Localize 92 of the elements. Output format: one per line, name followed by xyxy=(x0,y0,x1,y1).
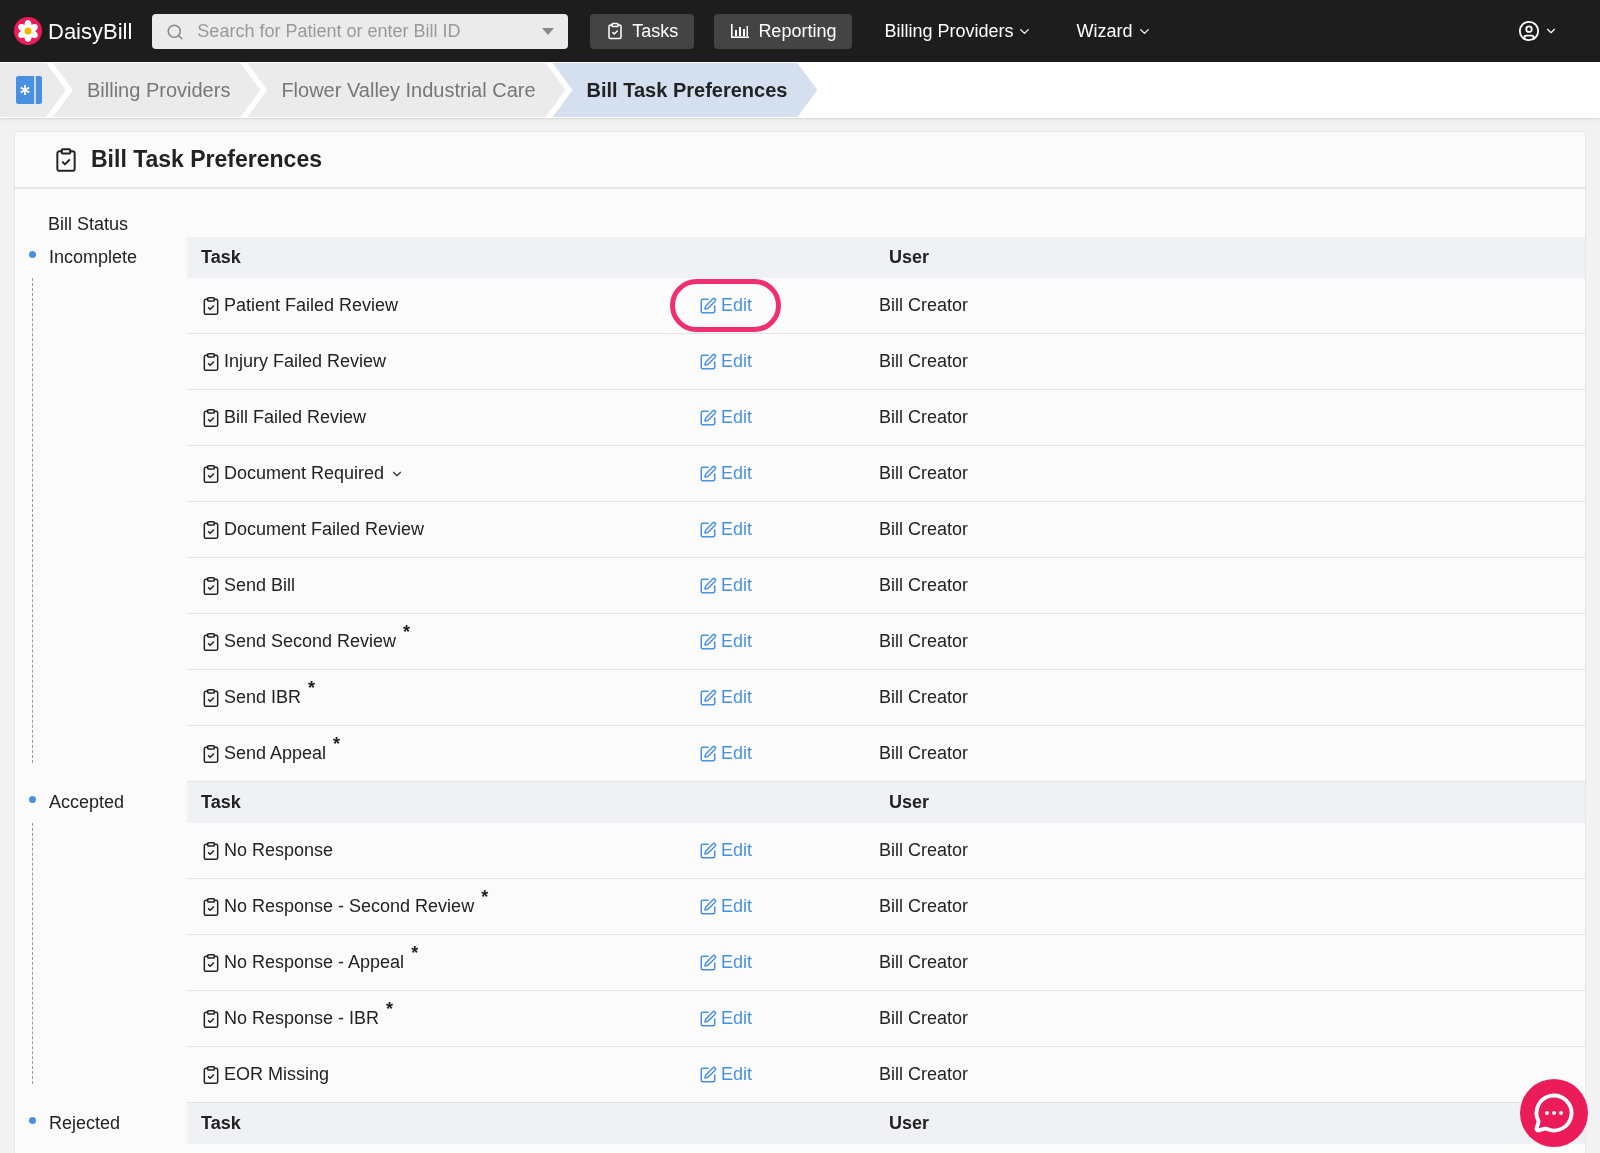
clipboard-check-icon xyxy=(201,575,221,596)
clipboard-check-icon xyxy=(201,1008,221,1029)
brand-name: DaisyBill xyxy=(48,17,133,46)
edit-link[interactable]: Edit xyxy=(670,335,782,388)
clipboard-check-icon xyxy=(201,631,221,652)
user-name: Bill Creator xyxy=(879,574,969,597)
edit-link[interactable]: Edit xyxy=(670,1048,782,1101)
user-name: Bill Creator xyxy=(879,518,969,541)
column-header: User xyxy=(889,791,930,814)
edit-icon xyxy=(699,688,717,707)
user-name: Bill Creator xyxy=(879,742,969,765)
chat-bubble-icon xyxy=(1533,1092,1575,1134)
column-header: User xyxy=(889,1112,930,1135)
edit-link[interactable]: Edit xyxy=(670,992,782,1045)
user-name: Bill Creator xyxy=(879,839,969,862)
clipboard-check-icon xyxy=(201,687,221,708)
edit-link[interactable]: Edit xyxy=(670,824,782,877)
task-name: Injury Failed Review xyxy=(224,350,387,373)
task-name: No Response xyxy=(224,839,334,862)
task-name: Document Required xyxy=(224,462,385,485)
user-name: Bill Creator xyxy=(879,294,969,317)
user-name: Bill Creator xyxy=(879,1007,969,1030)
edit-link[interactable]: Edit xyxy=(670,391,782,444)
task-name: Send Bill xyxy=(224,574,296,597)
edit-link[interactable]: Edit xyxy=(670,671,782,724)
edit-link[interactable]: Edit xyxy=(670,503,782,556)
tasks-button[interactable]: Tasks xyxy=(590,13,695,49)
user-name: Bill Creator xyxy=(879,895,969,918)
edit-icon xyxy=(699,464,717,483)
edit-icon xyxy=(699,897,717,916)
edit-link[interactable]: Edit xyxy=(670,615,782,668)
edit-icon xyxy=(699,632,717,651)
clipboard-check-icon xyxy=(201,952,221,973)
status-label: Incomplete xyxy=(49,246,138,269)
user-name: Bill Creator xyxy=(879,350,969,373)
bill-status-heading: Bill Status xyxy=(48,213,130,236)
task-name: EOR Missing xyxy=(224,1063,330,1086)
clipboard-check-icon xyxy=(201,840,221,861)
edit-link[interactable]: Edit xyxy=(670,880,782,933)
clipboard-check-icon xyxy=(53,146,79,173)
edit-icon xyxy=(699,841,717,860)
edit-icon xyxy=(699,744,717,763)
status-label: Rejected xyxy=(49,1112,121,1135)
user-name: Bill Creator xyxy=(879,630,969,653)
edit-link[interactable]: Edit xyxy=(670,559,782,612)
column-header: Task xyxy=(200,791,242,814)
column-header: Task xyxy=(200,246,242,269)
user-name: Bill Creator xyxy=(879,462,969,485)
clipboard-check-icon xyxy=(201,896,221,917)
search-field[interactable]: Search for Patient or enter Bill ID xyxy=(152,13,569,49)
flower-logo-icon xyxy=(14,17,42,45)
edit-icon xyxy=(699,953,717,972)
nav-menu[interactable]: Billing Providers xyxy=(872,13,1045,49)
column-header: Task xyxy=(200,1112,242,1135)
clipboard-check-icon xyxy=(201,1064,221,1085)
clipboard-check-icon xyxy=(201,463,221,484)
task-name: Document Failed Review xyxy=(224,518,425,541)
edit-link[interactable]: Edit xyxy=(670,279,782,332)
task-name: Patient Failed Review xyxy=(224,294,399,317)
edit-icon xyxy=(699,1009,717,1028)
edit-icon xyxy=(699,352,717,371)
clipboard-check-icon xyxy=(201,519,221,540)
status-label: Accepted xyxy=(49,791,125,814)
user-name: Bill Creator xyxy=(879,951,969,974)
task-name: Bill Failed Review xyxy=(224,406,367,429)
user-name: Bill Creator xyxy=(879,406,969,429)
clipboard-check-icon xyxy=(606,22,625,40)
edit-icon xyxy=(699,1065,717,1084)
clipboard-check-icon xyxy=(201,351,221,372)
user-account-icon[interactable] xyxy=(1518,20,1540,42)
bar-chart-icon xyxy=(730,23,751,39)
edit-link[interactable]: Edit xyxy=(670,447,782,500)
card-title: Bill Task Preferences xyxy=(91,145,322,175)
nav-menu[interactable]: Wizard xyxy=(1064,13,1164,49)
clipboard-check-icon xyxy=(201,295,221,316)
search-icon xyxy=(166,22,185,41)
user-name: Bill Creator xyxy=(879,686,969,709)
edit-icon xyxy=(699,576,717,595)
edit-icon xyxy=(699,408,717,427)
edit-icon xyxy=(699,520,717,539)
dropdown-caret-icon xyxy=(542,27,555,35)
user-name: Bill Creator xyxy=(879,1063,969,1086)
clipboard-check-icon xyxy=(201,407,221,428)
reporting-button[interactable]: Reporting xyxy=(714,13,853,49)
column-header: User xyxy=(889,246,930,269)
breadcrumb-link[interactable]: Flower Valley Industrial Care xyxy=(247,63,566,117)
edit-link[interactable]: Edit xyxy=(670,727,782,780)
breadcrumb-link[interactable]: Bill Task Preferences xyxy=(552,63,818,117)
edit-icon xyxy=(699,296,717,315)
breadcrumb-link[interactable]: Billing Providers xyxy=(53,63,261,117)
clipboard-check-icon xyxy=(201,743,221,764)
edit-link[interactable]: Edit xyxy=(670,936,782,989)
